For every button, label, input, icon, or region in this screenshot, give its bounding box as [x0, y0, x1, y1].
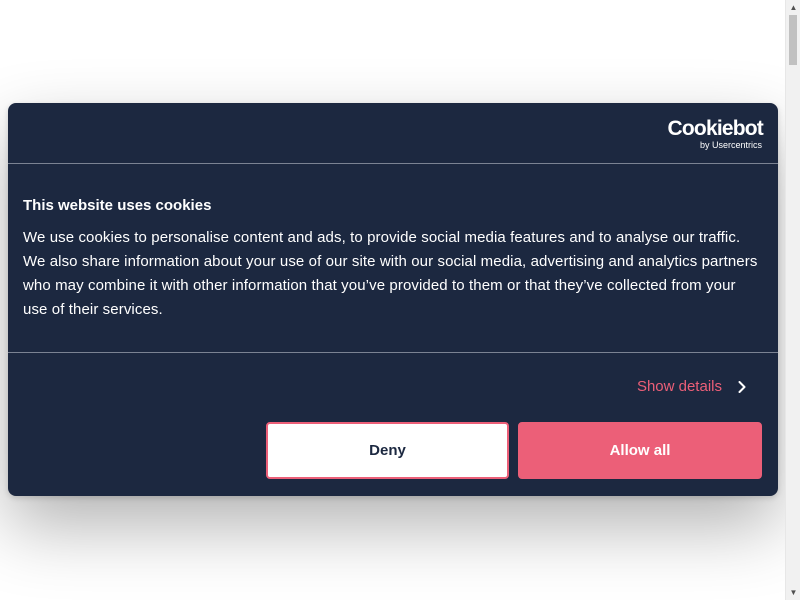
deny-button[interactable]: Deny	[266, 422, 509, 479]
logo-wordmark: Cookiebot	[667, 117, 764, 140]
show-details-label: Show details	[636, 378, 722, 395]
scroll-up-arrow-icon[interactable]: ▲	[786, 0, 800, 15]
dialog-header: Cookiebot by Usercentrics	[8, 103, 778, 163]
cookiebot-logo: Cookiebot by Usercentrics	[658, 117, 764, 151]
footer-divider	[8, 352, 778, 353]
allow-all-button[interactable]: Allow all	[518, 422, 762, 479]
header-divider	[8, 163, 778, 164]
show-details-link[interactable]: Show details	[637, 377, 748, 397]
dialog-description: We use cookies to personalise content an…	[23, 229, 758, 318]
cookie-consent-dialog: Cookiebot by Usercentrics This website u…	[8, 103, 778, 496]
scroll-thumb[interactable]	[789, 15, 797, 65]
dialog-title: This website uses cookies	[23, 197, 212, 214]
scroll-down-arrow-icon[interactable]: ▼	[786, 585, 800, 600]
logo-tagline: by Usercentrics	[699, 140, 762, 150]
page: Cookiebot by Usercentrics This website u…	[0, 0, 800, 600]
chevron-right-icon	[738, 377, 748, 397]
vertical-scrollbar[interactable]: ▲ ▼	[785, 0, 800, 600]
